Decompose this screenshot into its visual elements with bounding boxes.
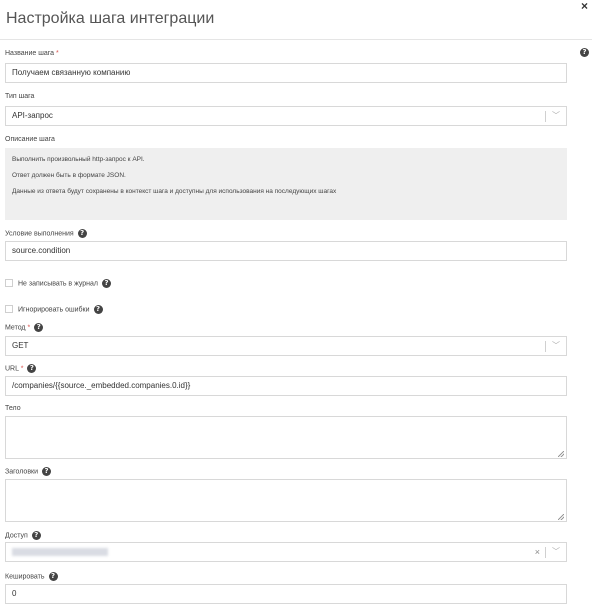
chevron-down-icon[interactable]: ﹀ xyxy=(552,543,560,561)
help-icon[interactable]: ? xyxy=(31,531,41,540)
clear-icon[interactable]: × xyxy=(535,543,540,561)
dialog-title: Настройка шага интеграции xyxy=(6,10,215,27)
access-label: Доступ? xyxy=(5,531,41,540)
step-name-label: Название шага * xyxy=(5,50,59,57)
access-select[interactable]: × ﹀ xyxy=(5,542,567,562)
help-icon[interactable]: ? xyxy=(77,229,87,238)
step-description: Выполнить произвольный http-запрос к API… xyxy=(5,148,567,220)
description-line: Данные из ответа будут сохранены в конте… xyxy=(12,188,337,195)
help-icon[interactable]: ? xyxy=(27,364,37,373)
help-icon[interactable]: ? xyxy=(580,48,589,57)
help-icon[interactable]: ? xyxy=(93,305,103,314)
ignore-errors-checkbox[interactable] xyxy=(5,305,13,313)
description-line: Выполнить произвольный http-запрос к API… xyxy=(12,156,145,163)
url-input[interactable]: /companies/{{source._embedded.companies.… xyxy=(5,376,567,396)
resize-grip[interactable] xyxy=(558,514,564,520)
description-line: Ответ должен быть в формате JSON. xyxy=(12,172,126,179)
cache-input[interactable]: 0 xyxy=(5,584,567,604)
access-value-redacted xyxy=(12,547,108,556)
resize-grip[interactable] xyxy=(558,451,564,457)
cache-label: Кешировать? xyxy=(5,572,58,581)
step-name-input[interactable]: Получаем связанную компанию xyxy=(5,63,567,83)
help-icon[interactable]: ? xyxy=(102,279,111,288)
close-icon[interactable]: × xyxy=(581,0,588,12)
help-icon[interactable]: ? xyxy=(34,323,44,332)
no-log-checkbox[interactable] xyxy=(5,279,13,287)
condition-label: Условие выполнения? xyxy=(5,229,87,238)
chevron-down-icon[interactable]: ﹀ xyxy=(552,107,560,125)
help-icon[interactable]: ? xyxy=(42,467,52,476)
dialog-header: Настройка шага интеграции xyxy=(0,0,592,40)
step-type-value: API-запрос xyxy=(12,111,53,120)
method-value: GET xyxy=(12,341,29,350)
no-log-label: Не записывать в журнал? xyxy=(18,279,111,288)
body-label: Тело xyxy=(5,405,21,412)
chevron-down-icon[interactable]: ﹀ xyxy=(552,337,560,355)
headers-label: Заголовки? xyxy=(5,467,52,476)
step-type-label: Тип шага xyxy=(5,93,35,100)
help-icon[interactable]: ? xyxy=(48,572,58,581)
headers-textarea[interactable] xyxy=(5,479,567,522)
condition-input[interactable]: source.condition xyxy=(5,241,567,261)
method-label: Метод *? xyxy=(5,323,44,332)
step-description-label: Описание шага xyxy=(5,136,55,143)
body-textarea[interactable] xyxy=(5,416,567,459)
step-type-select[interactable]: API-запрос ﹀ xyxy=(5,106,567,126)
url-label: URL *? xyxy=(5,364,37,373)
ignore-errors-label: Игнорировать ошибки? xyxy=(18,305,103,314)
method-select[interactable]: GET ﹀ xyxy=(5,336,567,356)
